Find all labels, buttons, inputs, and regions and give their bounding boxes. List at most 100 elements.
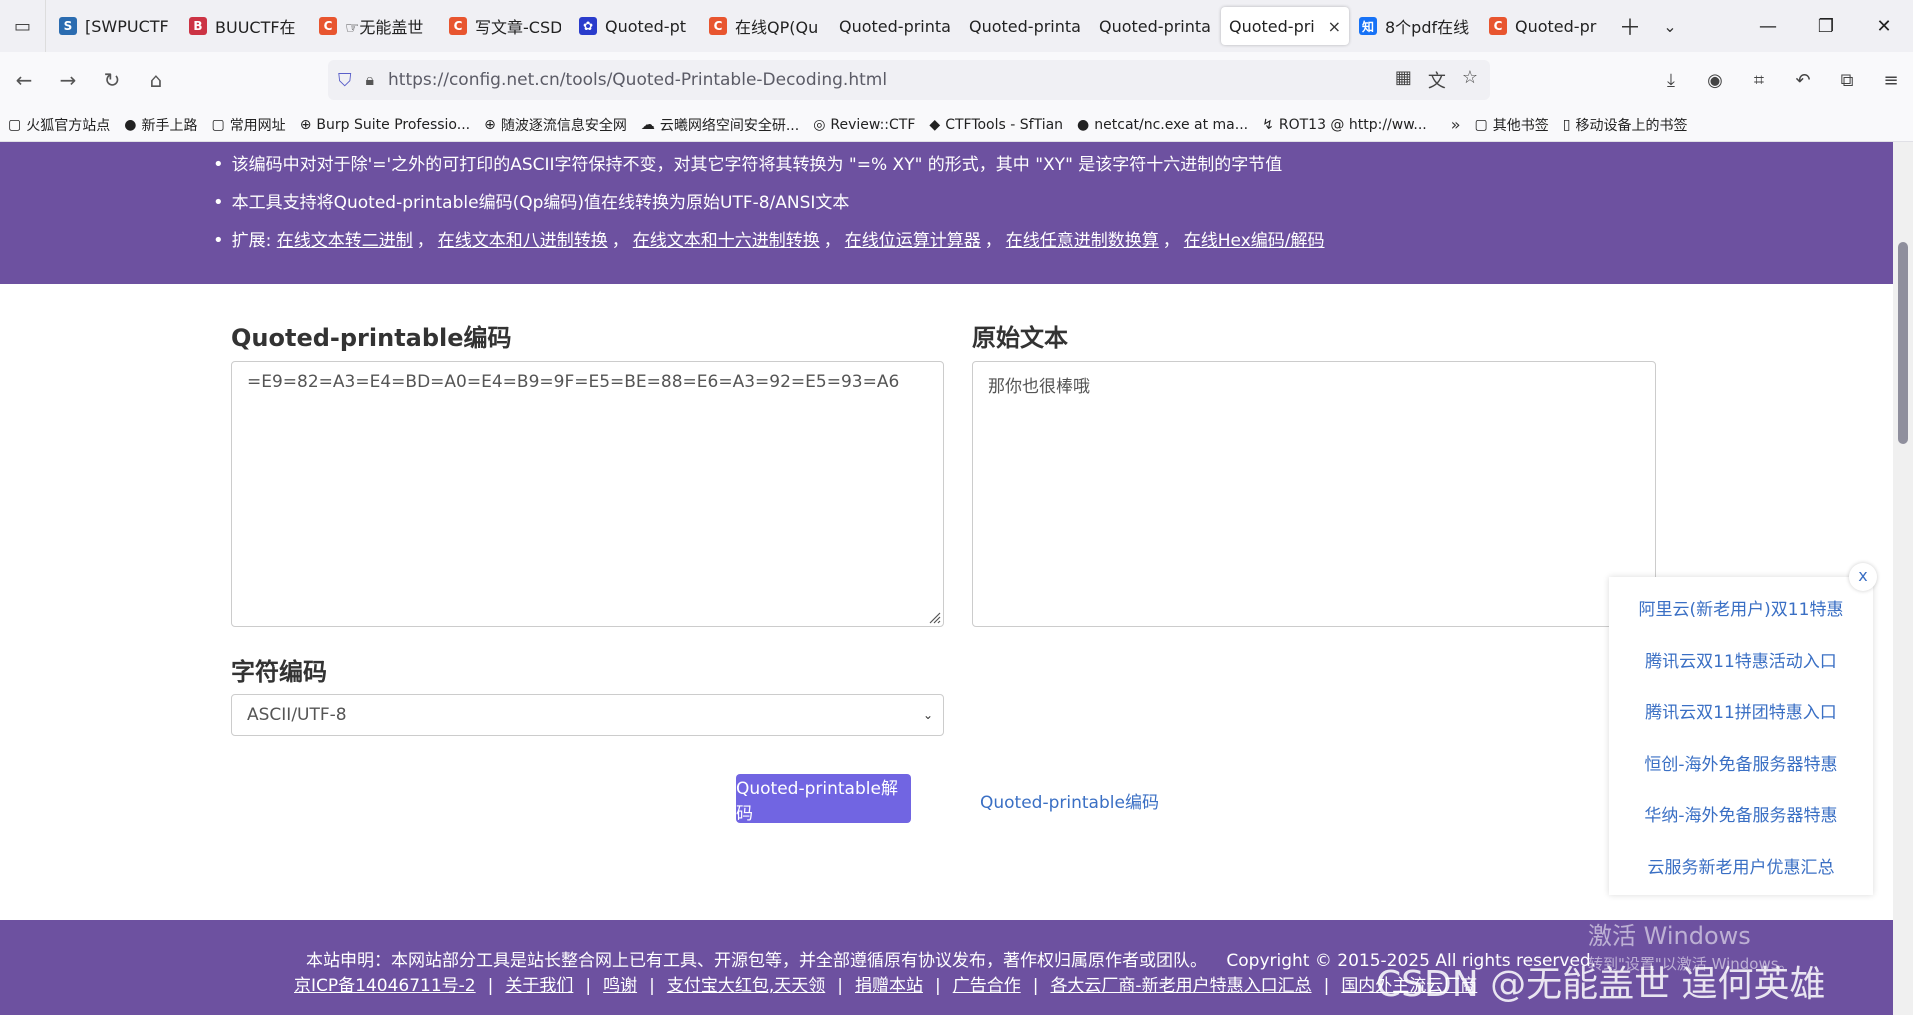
bookmark-item[interactable]: ▢ 常用网址 xyxy=(211,115,285,135)
bookmark-label[interactable]: 新手上路 xyxy=(141,115,197,135)
promo-link[interactable]: 云服务新老用户优惠汇总 xyxy=(1609,843,1873,895)
bookmark-label[interactable]: netcat/nc.exe at ma... xyxy=(1094,117,1248,133)
bookmark-label[interactable]: 火狐官方站点 xyxy=(26,115,110,135)
tab-title[interactable]: [SWPUCTF xyxy=(85,17,171,36)
qp-encoded-value[interactable]: =E9=82=A3=E4=BD=A0=E4=B9=9F=E5=BE=88=E6=… xyxy=(247,372,899,392)
charset-selected-value[interactable]: ASCII/UTF-8 xyxy=(247,705,347,725)
tab-title[interactable]: BUUCTF在 xyxy=(215,14,301,38)
qp-decode-button[interactable]: Quoted-printable解码 xyxy=(736,774,911,824)
bookmark-label[interactable]: ROT13 @ http://ww... xyxy=(1279,117,1427,133)
bookmark-item[interactable]: ☁ 云曦网络空间安全研... xyxy=(641,115,799,135)
browser-tab[interactable]: Quoted-printa xyxy=(831,7,959,45)
promo-link[interactable]: 恒创-海外免备服务器特惠 xyxy=(1609,740,1873,792)
back-button[interactable]: ← xyxy=(2,68,46,92)
bookmark-item[interactable]: ◆ CTFTools - SfTian xyxy=(929,117,1063,133)
translate-icon[interactable]: 文 xyxy=(1428,67,1446,93)
restore-button[interactable]: ❐ xyxy=(1797,16,1855,37)
tab-title[interactable]: Quoted-pri xyxy=(1229,17,1324,36)
account-icon[interactable]: ◉ xyxy=(1693,70,1737,91)
new-tab-button[interactable]: ＋ xyxy=(1610,10,1650,42)
bookmark-item[interactable]: ▢ 其他书签 xyxy=(1475,115,1549,135)
qp-encoded-textarea[interactable]: =E9=82=A3=E4=BD=A0=E4=B9=9F=E5=BE=88=E6=… xyxy=(231,361,944,627)
promo-link[interactable]: 腾讯云双11特惠活动入口 xyxy=(1609,637,1873,689)
forward-button[interactable]: → xyxy=(46,68,90,92)
bookmark-item[interactable]: ● 新手上路 xyxy=(124,115,197,135)
browser-tab[interactable]: C 写文章-CSD xyxy=(441,7,569,45)
bookmark-item[interactable]: ⊕ Burp Suite Professio... xyxy=(300,117,470,133)
promo-link[interactable]: 阿里云(新老用户)双11特惠 xyxy=(1609,585,1873,637)
tab-overview-icon[interactable]: ▭ xyxy=(0,0,46,52)
extension-link[interactable]: 在线文本转二进制 xyxy=(277,231,413,251)
bookmark-label[interactable]: CTFTools - SfTian xyxy=(945,117,1063,133)
tracking-protection-shield-icon[interactable]: ⛉ xyxy=(338,70,352,91)
tab-title[interactable]: 写文章-CSD xyxy=(475,14,561,38)
bookmark-star-icon[interactable]: ☆ xyxy=(1462,67,1478,93)
tab-title[interactable]: ☞无能盖世 xyxy=(345,14,431,38)
browser-tab[interactable]: Quoted-pri × xyxy=(1221,7,1349,45)
extension-link[interactable]: 在线Hex编码/解码 xyxy=(1184,231,1325,251)
browser-tab[interactable]: C Quoted-pr xyxy=(1481,7,1609,45)
browser-tab[interactable]: Quoted-printa xyxy=(961,7,1089,45)
bookmark-label[interactable]: 移动设备上的书签 xyxy=(1575,115,1687,135)
footer-link[interactable]: 京ICP备14046711号-2 xyxy=(294,976,476,996)
promo-link[interactable]: 腾讯云双11拼团特惠入口 xyxy=(1609,688,1873,740)
lock-icon[interactable]: 🔒︎ xyxy=(366,70,375,90)
downloads-icon[interactable]: ⤓ xyxy=(1649,70,1693,91)
browser-tab[interactable]: 知 8个pdf在线 xyxy=(1351,7,1479,45)
tab-title[interactable]: Quoted-printa xyxy=(969,17,1081,36)
tab-title[interactable]: 8个pdf在线 xyxy=(1385,14,1471,38)
footer-link[interactable]: 广告合作 xyxy=(953,976,1021,996)
charset-select[interactable]: ASCII/UTF-8 ⌄ xyxy=(231,694,944,736)
screenshot-crop-icon[interactable]: ⌗ xyxy=(1737,70,1781,91)
browser-tab[interactable]: S [SWPUCTF xyxy=(51,7,179,45)
footer-link[interactable]: 关于我们 xyxy=(505,976,573,996)
browser-tab[interactable]: C ☞无能盖世 xyxy=(311,7,439,45)
app-menu-icon[interactable]: ≡ xyxy=(1869,70,1913,91)
bookmark-item[interactable]: ⊕ 随波逐流信息安全网 xyxy=(484,115,627,135)
browser-tab[interactable]: ✿ Quoted-pt xyxy=(571,7,699,45)
qp-encode-link[interactable]: Quoted-printable编码 xyxy=(980,788,1159,813)
qr-code-icon[interactable]: ▦ xyxy=(1395,67,1412,93)
browser-tab[interactable]: B BUUCTF在 xyxy=(181,7,309,45)
bookmark-item[interactable]: ◎ Review::CTF xyxy=(813,117,915,133)
resize-grip-icon[interactable] xyxy=(927,610,941,624)
close-promo-button[interactable]: x xyxy=(1849,563,1877,591)
footer-link[interactable]: 支付宝大红包,天天领 xyxy=(667,976,825,996)
browser-tab[interactable]: Quoted-printa xyxy=(1091,7,1219,45)
page-scrollbar[interactable] xyxy=(1893,142,1913,1015)
bookmark-item[interactable]: ↯ ROT13 @ http://ww... xyxy=(1262,117,1427,133)
original-text-value[interactable]: 那你也很棒哦 xyxy=(988,377,1090,397)
extension-link[interactable]: 在线文本和八进制转换 xyxy=(438,231,608,251)
list-all-tabs-button[interactable]: ⌄ xyxy=(1650,17,1690,36)
footer-link[interactable]: 各大云厂商-新老用户特惠入口汇总 xyxy=(1050,976,1311,996)
close-tab-icon[interactable]: × xyxy=(1328,17,1341,36)
bookmark-item[interactable]: ▯ 移动设备上的书签 xyxy=(1563,115,1688,135)
url-bar[interactable]: ⛉ 🔒︎ https://config.net.cn/tools/Quoted-… xyxy=(328,60,1490,100)
browser-tab[interactable]: C 在线QP(Qu xyxy=(701,7,829,45)
original-text-textarea[interactable]: 那你也很棒哦 xyxy=(972,361,1656,627)
tab-title[interactable]: 在线QP(Qu xyxy=(735,14,821,38)
footer-link[interactable]: 鸣谢 xyxy=(603,976,637,996)
bookmark-item[interactable]: ▢ 火狐官方站点 xyxy=(8,115,110,135)
reload-button[interactable]: ↻ xyxy=(90,68,134,92)
footer-link[interactable]: 捐赠本站 xyxy=(855,976,923,996)
promo-link[interactable]: 华纳-海外免备服务器特惠 xyxy=(1609,791,1873,843)
undo-icon[interactable]: ↶ xyxy=(1781,70,1825,91)
home-button[interactable]: ⌂ xyxy=(134,68,178,92)
tab-title[interactable]: Quoted-printa xyxy=(839,17,951,36)
tab-title[interactable]: Quoted-printa xyxy=(1099,17,1211,36)
tab-title[interactable]: Quoted-pt xyxy=(605,17,691,36)
bookmark-item[interactable]: ● netcat/nc.exe at ma... xyxy=(1077,117,1248,133)
minimize-button[interactable]: — xyxy=(1739,16,1797,37)
bookmark-label[interactable]: 随波逐流信息安全网 xyxy=(501,115,627,135)
bookmark-label[interactable]: 常用网址 xyxy=(230,115,286,135)
bookmark-label[interactable]: Burp Suite Professio... xyxy=(316,117,470,133)
bookmark-label[interactable]: 其他书签 xyxy=(1493,115,1549,135)
extension-link[interactable]: 在线位运算计算器 xyxy=(845,231,981,251)
bookmark-label[interactable]: 云曦网络空间安全研... xyxy=(660,115,799,135)
extension-link[interactable]: 在线任意进制数换算 xyxy=(1006,231,1159,251)
extensions-icon[interactable]: ⧉ xyxy=(1825,70,1869,91)
more-bookmarks-chevron-icon[interactable]: » xyxy=(1451,115,1461,134)
close-window-button[interactable]: ✕ xyxy=(1855,16,1913,37)
tab-title[interactable]: Quoted-pr xyxy=(1515,17,1601,36)
